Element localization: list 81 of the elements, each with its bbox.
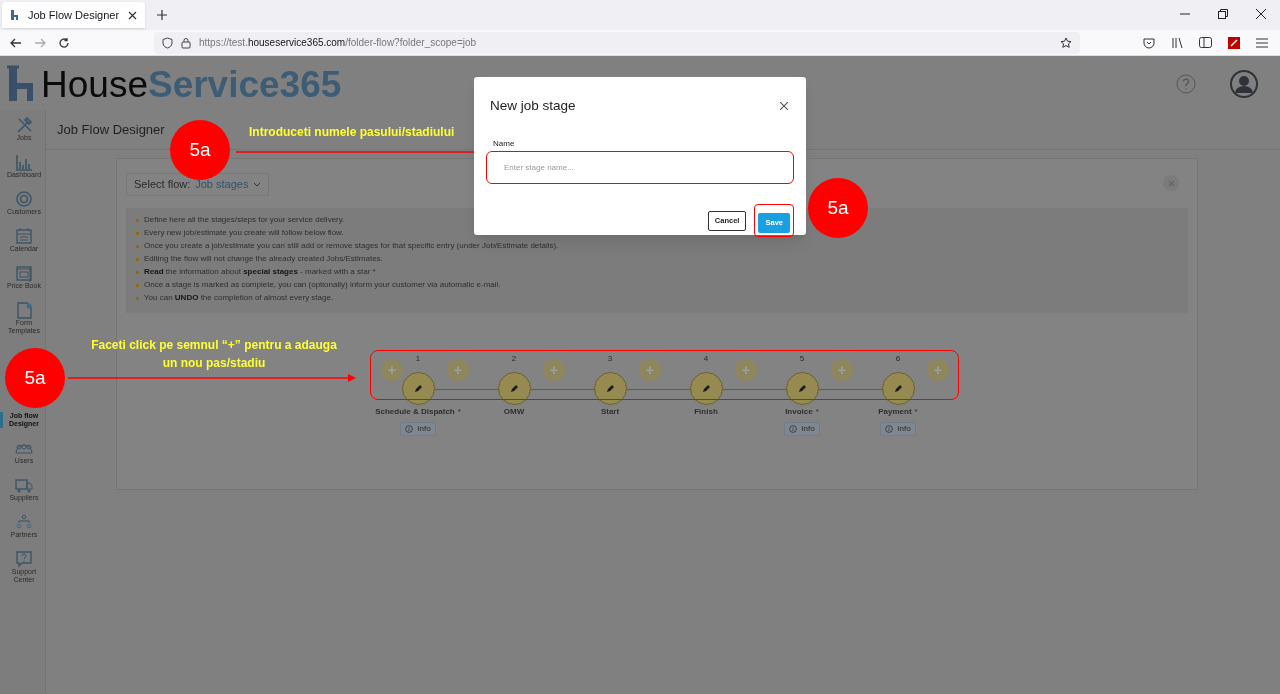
truck-icon: [15, 476, 33, 494]
info-icon: [405, 424, 414, 433]
stage-number: 2: [510, 352, 518, 365]
restore-icon[interactable]: [1218, 9, 1228, 19]
chevron-down-icon: [253, 181, 262, 187]
stage-name: Schedule & Dispatch: [375, 405, 455, 418]
close-icon[interactable]: [780, 102, 788, 111]
bullet-icon: [136, 231, 139, 235]
stage-name: Payment: [878, 405, 912, 418]
pencil-icon: [702, 383, 711, 393]
close-icon[interactable]: [128, 10, 137, 20]
stage-number: 4: [702, 352, 710, 365]
note-text: Read the information about special stages - marked with a star *: [144, 266, 376, 279]
target-icon: [15, 190, 33, 208]
note-text: Every new job/estimate you create will follow below flow.: [144, 227, 344, 240]
close-icon[interactable]: [1256, 9, 1266, 19]
bullet-icon: [136, 218, 139, 222]
note-text: Define here all the stages/steps for your service delivery.: [144, 214, 345, 227]
avatar-icon[interactable]: [1230, 69, 1258, 98]
stage-name: Finish: [694, 405, 718, 418]
star-icon[interactable]: [1060, 36, 1072, 49]
annotation-caption: Introduceti numele pasului/stadiului: [249, 124, 455, 141]
info-icon: [789, 424, 798, 433]
note-text: You can UNDO the completion of almost every stage.: [144, 292, 334, 305]
stage-name: Start: [600, 405, 620, 418]
stage-number: 3: [606, 352, 614, 365]
field-label: Name: [493, 138, 516, 151]
special-stage-label: *: [914, 405, 918, 418]
browser-tab[interactable]: Job Flow Designer: [2, 2, 145, 28]
logo-text: HouseService365: [41, 65, 342, 103]
help-bubble-icon: [15, 550, 33, 568]
stage-number: 5: [798, 352, 806, 365]
bullet-icon: [136, 283, 139, 287]
calendar-icon: [15, 227, 33, 245]
stage-number: 1: [414, 352, 422, 365]
bullet-icon: [136, 296, 139, 300]
stage-name: OMW: [503, 405, 525, 418]
annotation-caption: Faceti click pe semnul “+” pentru a adauga: [91, 337, 337, 354]
bullet-icon: [136, 244, 139, 248]
note-text: Once a stage is marked as complete, you can (optionally) inform your customer via automatic e-mail.: [144, 279, 501, 292]
bullet-icon: [136, 257, 139, 261]
pocket-icon[interactable]: [1143, 36, 1155, 49]
org-chart-icon: [15, 513, 33, 531]
back-icon[interactable]: [10, 36, 22, 49]
forward-icon: [34, 36, 46, 49]
shield-icon: [162, 36, 173, 49]
dialog-title: New job stage: [490, 97, 576, 115]
note-text: Editing the flow will not change the already created Jobs/Estimates.: [144, 253, 383, 266]
special-stage-label: *: [457, 405, 461, 418]
address-bar[interactable]: https://test.houseservice365.com/folder-flow?folder_scope=job: [154, 31, 1080, 54]
logo-icon: [10, 9, 20, 21]
pencil-icon: [510, 383, 519, 393]
page-title: Job Flow Designer: [57, 120, 165, 139]
sidebar-icon[interactable]: [1199, 37, 1212, 48]
url-text: https://test.houseservice365.com/folder-flow?folder_scope=job: [199, 36, 477, 50]
tools-icon: [15, 116, 33, 134]
lock-icon: [181, 36, 191, 49]
special-stage-label: *: [815, 405, 819, 418]
document-icon: [15, 301, 33, 319]
new-tab-icon[interactable]: [157, 10, 167, 20]
info-button[interactable]: Info: [784, 421, 820, 436]
menu-icon[interactable]: [1256, 37, 1268, 48]
bar-chart-icon: [15, 153, 33, 171]
stage-number: 6: [894, 352, 902, 365]
pencil-icon: [606, 383, 615, 393]
info-button[interactable]: Info: [400, 421, 436, 436]
info-icon: [885, 424, 894, 433]
stage-name: Invoice: [785, 405, 813, 418]
pencil-icon: [414, 383, 423, 393]
pencil-icon: [798, 383, 807, 393]
info-button[interactable]: Info: [880, 421, 916, 436]
library-icon[interactable]: [1171, 36, 1183, 49]
annotation-caption: un nou pas/stadiu: [162, 355, 266, 372]
bullet-icon: [136, 270, 139, 274]
callout-badge: 5a: [170, 120, 230, 180]
extension-icon[interactable]: [1228, 36, 1240, 49]
pencil-icon: [894, 383, 903, 393]
reload-icon[interactable]: [58, 36, 70, 49]
input-field[interactable]: Enter stage name...: [486, 151, 794, 185]
flow-select[interactable]: Select flow: Job stages: [126, 172, 270, 196]
arrow-icon: [68, 374, 356, 382]
